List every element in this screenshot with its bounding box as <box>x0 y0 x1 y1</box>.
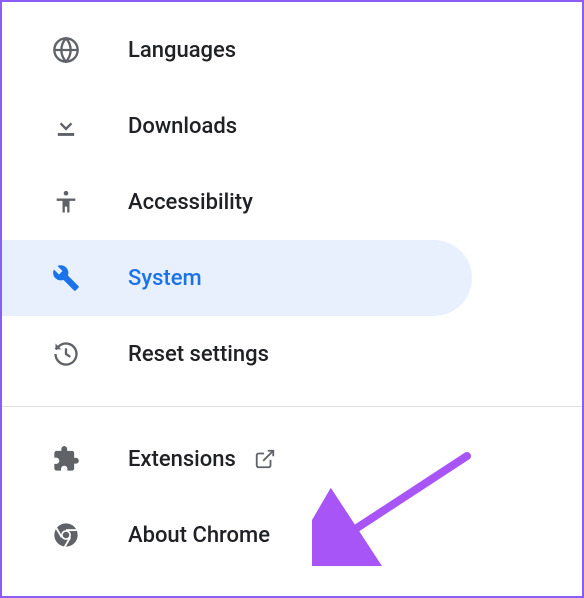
sidebar-item-accessibility[interactable]: Accessibility <box>2 164 472 240</box>
sidebar-item-downloads[interactable]: Downloads <box>2 88 472 164</box>
sidebar-item-label: Downloads <box>128 114 237 139</box>
external-link-icon <box>254 448 276 470</box>
sidebar-item-label: Extensions <box>128 447 236 472</box>
sidebar-item-about-chrome[interactable]: About Chrome <box>2 497 472 573</box>
puzzle-icon <box>52 445 80 473</box>
divider <box>2 406 582 407</box>
sidebar-item-reset-settings[interactable]: Reset settings <box>2 316 472 392</box>
accessibility-icon <box>52 188 80 216</box>
wrench-icon <box>52 264 80 292</box>
reset-icon <box>52 340 80 368</box>
chrome-icon <box>52 521 80 549</box>
globe-icon <box>52 36 80 64</box>
sidebar-item-label: About Chrome <box>128 523 270 548</box>
sidebar-item-system[interactable]: System <box>2 240 472 316</box>
sidebar-item-label: Reset settings <box>128 342 269 367</box>
sidebar-item-label: Languages <box>128 38 236 63</box>
sidebar-item-label: Accessibility <box>128 190 253 215</box>
download-icon <box>52 112 80 140</box>
sidebar-item-label: System <box>128 266 202 291</box>
sidebar-item-languages[interactable]: Languages <box>2 12 472 88</box>
sidebar-item-extensions[interactable]: Extensions <box>2 421 472 497</box>
settings-sidebar: Languages Downloads Accessibility System <box>2 2 582 573</box>
